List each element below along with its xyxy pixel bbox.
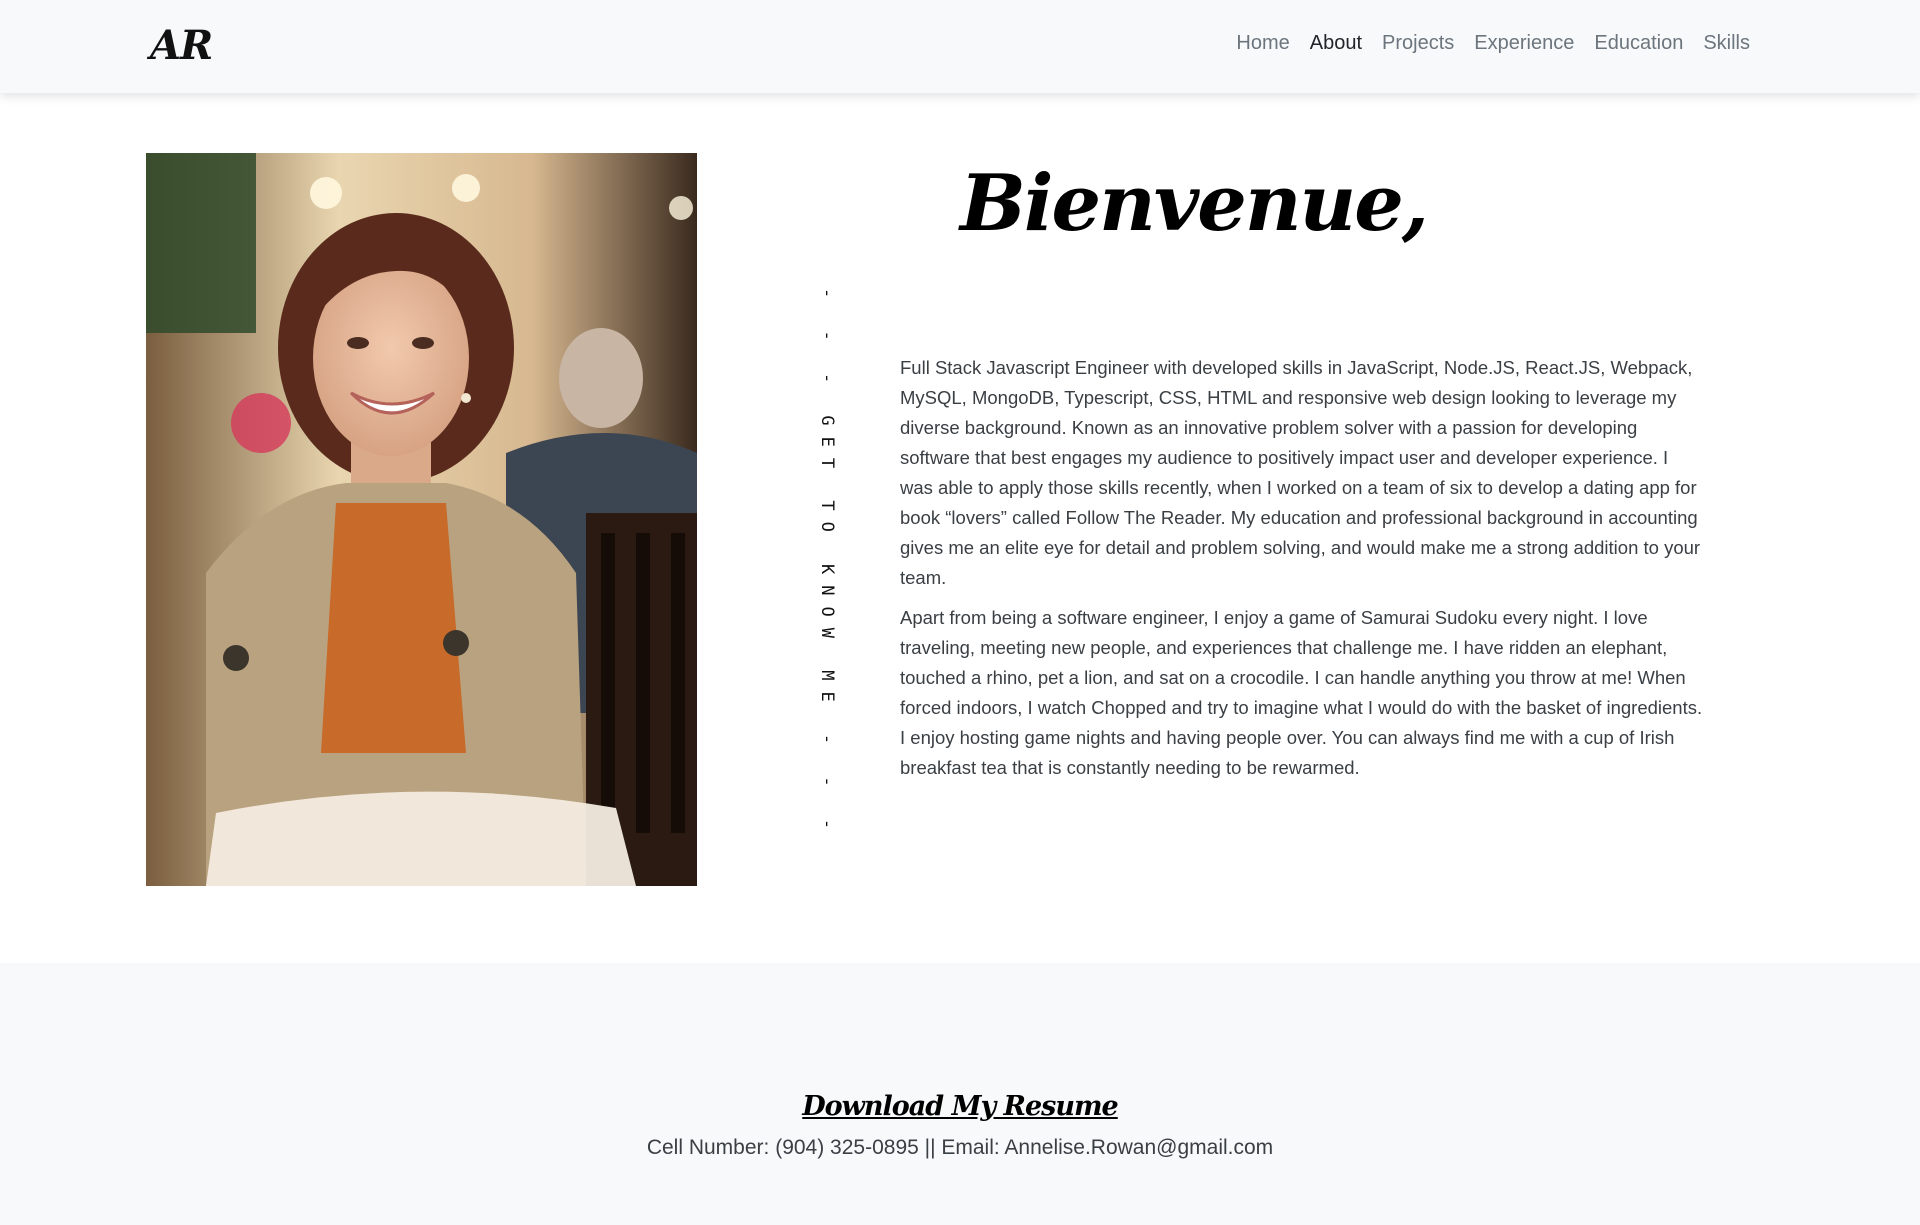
bio: Full Stack Javascript Engineer with deve…	[900, 353, 1705, 793]
nav-link-skills[interactable]: Skills	[1693, 32, 1760, 55]
nav-links: Home About Projects Experience Education…	[1226, 32, 1760, 55]
nav-link-education[interactable]: Education	[1584, 32, 1693, 55]
nav-link-about[interactable]: About	[1300, 32, 1372, 55]
profile-photo	[146, 153, 697, 886]
navbar: AR Home About Projects Experience Educat…	[0, 0, 1920, 93]
download-resume-link[interactable]: Download My Resume	[0, 1091, 1920, 1122]
nav-link-home[interactable]: Home	[1226, 32, 1299, 55]
about-section: - - - GET TO KNOW ME - - - Bienvenue, Fu…	[0, 93, 1920, 963]
welcome-heading: Bienvenue,	[960, 158, 1429, 249]
footer: Download My Resume Cell Number: (904) 32…	[0, 963, 1920, 1225]
get-to-know-me-label: - - - GET TO KNOW ME - - -	[817, 288, 837, 841]
nav-link-projects[interactable]: Projects	[1372, 32, 1464, 55]
contact-info: Cell Number: (904) 325-0895 || Email: An…	[646, 1136, 1274, 1159]
bio-paragraph: Full Stack Javascript Engineer with deve…	[900, 357, 1701, 588]
brand-logo[interactable]: AR	[150, 22, 213, 69]
nav-link-experience[interactable]: Experience	[1464, 32, 1584, 55]
bio-paragraph: Apart from being a software engineer, I …	[900, 607, 1703, 778]
